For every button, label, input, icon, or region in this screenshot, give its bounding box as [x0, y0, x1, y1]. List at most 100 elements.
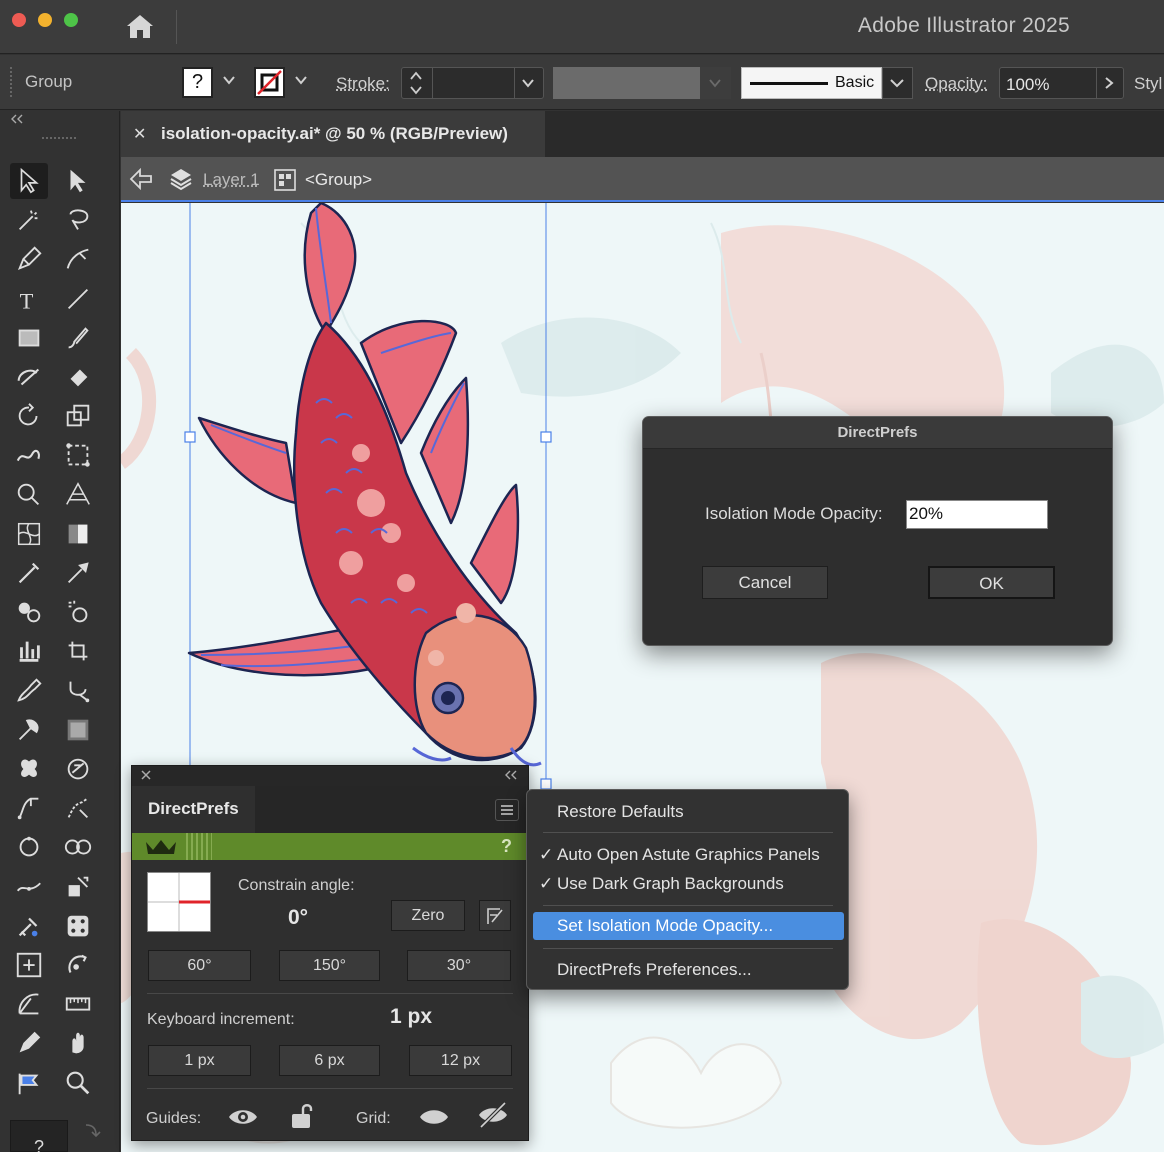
- isolation-opacity-input[interactable]: 20%: [906, 500, 1048, 529]
- lasso-tool[interactable]: [59, 202, 97, 238]
- panel-tab[interactable]: DirectPrefs: [132, 786, 255, 833]
- grip-handle[interactable]: [10, 67, 12, 97]
- increment-preset-1px[interactable]: 1 px: [148, 1045, 251, 1076]
- angle-preset-60[interactable]: 60°: [148, 950, 251, 981]
- scale-tool[interactable]: [59, 398, 97, 434]
- rotate-arrow-tool[interactable]: [59, 947, 97, 983]
- menu-item-directprefs-preferences[interactable]: DirectPrefs Preferences...: [533, 956, 844, 984]
- texture-tool[interactable]: [59, 712, 97, 748]
- group-breadcrumb[interactable]: <Group>: [305, 170, 372, 190]
- smart-brush-tool[interactable]: [10, 712, 48, 748]
- eyedropper-tool[interactable]: [10, 555, 48, 591]
- increment-preset-12px[interactable]: 12 px: [409, 1045, 512, 1076]
- butterfly-tool[interactable]: [10, 751, 48, 787]
- guides-visibility-eye-icon[interactable]: [227, 1105, 259, 1129]
- direct-path-tool[interactable]: [59, 790, 97, 826]
- curvature-tool[interactable]: [59, 241, 97, 277]
- eyedropper-alt-tool[interactable]: [59, 555, 97, 591]
- width-tool[interactable]: [59, 673, 97, 709]
- eraser-tool[interactable]: [59, 359, 97, 395]
- shape-builder-tool[interactable]: [10, 477, 48, 513]
- close-panel-icon[interactable]: [140, 769, 152, 781]
- fill-swatch[interactable]: ?: [182, 67, 213, 98]
- close-window-button[interactable]: [12, 13, 26, 27]
- angle-preset-150[interactable]: 150°: [279, 950, 380, 981]
- increment-preset-6px[interactable]: 6 px: [279, 1045, 380, 1076]
- close-tab-icon[interactable]: ✕: [133, 124, 146, 144]
- grid-visibility-icon[interactable]: [418, 1105, 450, 1129]
- swap-fill-stroke-icon[interactable]: [82, 1121, 102, 1141]
- opacity-value[interactable]: 100%: [1006, 75, 1049, 95]
- home-icon[interactable]: [124, 12, 156, 40]
- warp-tool[interactable]: [10, 437, 48, 473]
- magic-wand-tool[interactable]: [10, 202, 48, 238]
- mesh-tool[interactable]: [10, 516, 48, 552]
- angle-preset-30[interactable]: 30°: [407, 950, 511, 981]
- circle-tool[interactable]: [10, 829, 48, 865]
- paintbrush-tool[interactable]: [59, 320, 97, 356]
- shaper-tool[interactable]: [10, 359, 48, 395]
- back-arrow-icon[interactable]: [129, 168, 153, 190]
- menu-item-restore-defaults[interactable]: Restore Defaults: [533, 798, 844, 826]
- zoom-alt-tool[interactable]: [59, 1065, 97, 1101]
- ok-button[interactable]: OK: [928, 566, 1055, 599]
- variable-width-dropdown[interactable]: [700, 67, 731, 99]
- cancel-button[interactable]: Cancel: [702, 566, 828, 599]
- stroke-tool[interactable]: [10, 869, 48, 905]
- zoom-window-button[interactable]: [64, 13, 78, 27]
- minimize-window-button[interactable]: [38, 13, 52, 27]
- stroke-weight-dropdown-icon[interactable]: [521, 76, 535, 90]
- stroke-label[interactable]: Stroke:: [336, 74, 390, 94]
- path-tool[interactable]: [10, 790, 48, 826]
- rectangle-tool[interactable]: [10, 320, 48, 356]
- collapse-panel-icon[interactable]: [10, 114, 24, 124]
- guides-unlock-icon[interactable]: [288, 1101, 318, 1131]
- brush-definition-field[interactable]: Basic: [741, 67, 882, 99]
- stroke-weight-field[interactable]: [401, 67, 544, 99]
- pen-alt-tool[interactable]: [10, 1025, 48, 1061]
- document-tab-title[interactable]: isolation-opacity.ai* @ 50 % (RGB/Previe…: [161, 124, 508, 144]
- dropper-tool[interactable]: [10, 908, 48, 944]
- flag-tool[interactable]: [10, 1065, 48, 1101]
- infinity-tool[interactable]: [59, 829, 97, 865]
- grid-hidden-icon[interactable]: [476, 1100, 510, 1130]
- brush-dropdown[interactable]: [882, 67, 913, 99]
- brush-tool[interactable]: [10, 673, 48, 709]
- menu-item-set-isolation-opacity[interactable]: Set Isolation Mode Opacity...: [533, 912, 844, 940]
- layer-breadcrumb[interactable]: Layer 1: [203, 170, 260, 190]
- rotate-tool[interactable]: [10, 398, 48, 434]
- blend-tool[interactable]: [10, 594, 48, 630]
- fill-dropdown-icon[interactable]: [222, 73, 236, 87]
- pen-tool[interactable]: [10, 241, 48, 277]
- style-label[interactable]: Styl: [1134, 74, 1162, 94]
- edit-toolbar-button[interactable]: ?: [10, 1120, 68, 1152]
- perspective-grid-tool[interactable]: [59, 477, 97, 513]
- type-tool[interactable]: T: [10, 281, 48, 317]
- panel-menu-button[interactable]: [495, 799, 519, 821]
- ruler-tool[interactable]: [59, 986, 97, 1022]
- gradient-tool[interactable]: [59, 516, 97, 552]
- angle-tool[interactable]: [10, 986, 48, 1022]
- stroke-dropdown-icon[interactable]: [294, 73, 308, 87]
- opacity-field[interactable]: 100%: [999, 67, 1124, 99]
- stroke-swatch[interactable]: [254, 67, 285, 98]
- column-graph-tool[interactable]: [10, 633, 48, 669]
- hand-tool[interactable]: [59, 1025, 97, 1061]
- variable-width-profile[interactable]: [553, 67, 700, 99]
- artboard-tool[interactable]: [59, 633, 97, 669]
- dice-tool[interactable]: [59, 908, 97, 944]
- opacity-label[interactable]: Opacity:: [925, 74, 987, 94]
- reflect-tool[interactable]: [10, 947, 48, 983]
- panel-header-bar[interactable]: [132, 766, 528, 786]
- direct-selection-tool[interactable]: [59, 163, 97, 199]
- free-transform-tool[interactable]: [59, 437, 97, 473]
- collapse-panel-icon[interactable]: [504, 770, 518, 780]
- zoom-tool[interactable]: [59, 751, 97, 787]
- isolation-opacity-value[interactable]: 20%: [909, 504, 943, 524]
- line-segment-tool[interactable]: [59, 281, 97, 317]
- stroke-stepper-icon[interactable]: [408, 70, 424, 96]
- menu-item-auto-open-panels[interactable]: ✓ Auto Open Astute Graphics Panels: [533, 841, 844, 869]
- symbol-sprayer-tool[interactable]: [59, 594, 97, 630]
- opacity-expand-icon[interactable]: [1102, 76, 1116, 90]
- transform-tool[interactable]: [59, 869, 97, 905]
